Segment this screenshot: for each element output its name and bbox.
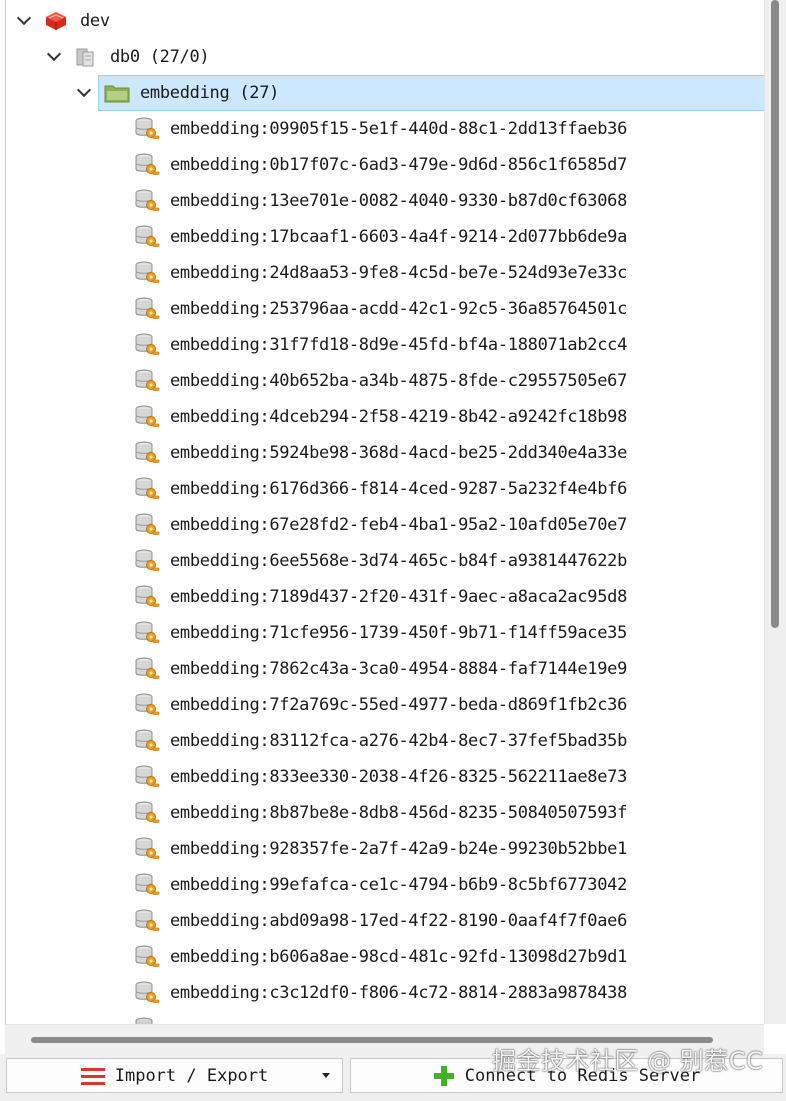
key-icon bbox=[135, 153, 160, 175]
tree-item-key-partial[interactable] bbox=[6, 1011, 764, 1024]
key-label: embedding:83112fca-a276-42b4-8ec7-37fef5… bbox=[170, 731, 628, 751]
tree-item-key[interactable]: embedding:5924be98-368d-4acd-be25-2dd340… bbox=[6, 435, 764, 471]
key-icon bbox=[135, 261, 160, 283]
tree-item-key[interactable]: embedding:833ee330-2038-4f26-8325-562211… bbox=[6, 759, 764, 795]
key-label: embedding:253796aa-acdd-42c1-92c5-36a857… bbox=[170, 299, 628, 319]
tree-item-key[interactable]: embedding:09905f15-5e1f-440d-88c1-2dd13f… bbox=[6, 111, 764, 147]
key-label: embedding:24d8aa53-9fe8-4c5d-be7e-524d93… bbox=[170, 263, 628, 283]
import-export-button[interactable]: Import / Export bbox=[6, 1058, 343, 1093]
key-icon bbox=[135, 369, 160, 391]
key-icon bbox=[135, 477, 160, 499]
key-icon bbox=[135, 1017, 153, 1024]
tree-item-key[interactable]: embedding:b606a8ae-98cd-481c-92fd-13098d… bbox=[6, 939, 764, 975]
key-label: embedding:0b17f07c-6ad3-479e-9d6d-856c1f… bbox=[170, 155, 628, 175]
key-icon bbox=[135, 297, 160, 319]
key-icon bbox=[135, 729, 160, 751]
tree-item-key[interactable]: embedding:c3c12df0-f806-4c72-8814-2883a9… bbox=[6, 975, 764, 1011]
tree-item-key[interactable]: embedding:4dceb294-2f58-4219-8b42-a9242f… bbox=[6, 399, 764, 435]
key-label: embedding:7189d437-2f20-431f-9aec-a8aca2… bbox=[170, 587, 628, 607]
key-label: embedding:71cfe956-1739-450f-9b71-f14ff5… bbox=[170, 623, 628, 643]
import-export-label: Import / Export bbox=[114, 1065, 269, 1086]
database-icon bbox=[76, 48, 94, 67]
key-icon bbox=[135, 801, 160, 823]
key-tree-panel: dev db0 (27/0) embedding (27) embedding:… bbox=[5, 0, 764, 1024]
vertical-scrollbar[interactable] bbox=[764, 0, 786, 1024]
tree-item-key[interactable]: embedding:31f7fd18-8d9e-45fd-bf4a-188071… bbox=[6, 327, 764, 363]
key-icon bbox=[135, 657, 160, 679]
folder-icon bbox=[104, 85, 130, 103]
tree-item-key[interactable]: embedding:67e28fd2-feb4-4ba1-95a2-10afd0… bbox=[6, 507, 764, 543]
key-icon bbox=[135, 189, 160, 211]
key-icon bbox=[135, 621, 160, 643]
key-icon bbox=[135, 837, 160, 859]
server-label: dev bbox=[80, 11, 110, 31]
vertical-scroll-thumb[interactable] bbox=[771, 0, 779, 628]
tree-item-key[interactable]: embedding:253796aa-acdd-42c1-92c5-36a857… bbox=[6, 291, 764, 327]
key-icon bbox=[135, 873, 160, 895]
key-label: embedding:928357fe-2a7f-42a9-b24e-99230b… bbox=[170, 839, 628, 859]
key-icon bbox=[135, 945, 160, 967]
tree-item-server[interactable]: dev bbox=[6, 3, 764, 39]
database-label: db0 (27/0) bbox=[110, 47, 210, 67]
key-icon bbox=[135, 333, 160, 355]
dropdown-caret-icon[interactable] bbox=[322, 1073, 330, 1078]
tree-item-key[interactable]: embedding:71cfe956-1739-450f-9b71-f14ff5… bbox=[6, 615, 764, 651]
tree-item-key[interactable]: embedding:0b17f07c-6ad3-479e-9d6d-856c1f… bbox=[6, 147, 764, 183]
key-label: embedding:8b87be8e-8db8-456d-8235-508405… bbox=[170, 803, 628, 823]
chevron-down-icon[interactable] bbox=[16, 13, 30, 27]
key-icon bbox=[135, 225, 160, 247]
key-icon bbox=[135, 585, 160, 607]
tree-item-key[interactable]: embedding:13ee701e-0082-4040-9330-b87d0c… bbox=[6, 183, 764, 219]
key-label: embedding:09905f15-5e1f-440d-88c1-2dd13f… bbox=[170, 119, 628, 139]
key-icon bbox=[135, 513, 160, 535]
tree-item-key[interactable]: embedding:6176d366-f814-4ced-9287-5a232f… bbox=[6, 471, 764, 507]
chevron-down-icon[interactable] bbox=[46, 49, 60, 63]
key-icon bbox=[135, 117, 160, 139]
chevron-down-icon[interactable] bbox=[76, 85, 90, 99]
tree-item-key[interactable]: embedding:928357fe-2a7f-42a9-b24e-99230b… bbox=[6, 831, 764, 867]
tree-item-key[interactable]: embedding:8b87be8e-8db8-456d-8235-508405… bbox=[6, 795, 764, 831]
key-icon bbox=[135, 981, 160, 1003]
key-icon bbox=[135, 441, 160, 463]
key-label: embedding:c3c12df0-f806-4c72-8814-2883a9… bbox=[170, 983, 628, 1003]
key-icon bbox=[135, 765, 160, 787]
tree-item-key[interactable]: embedding:6ee5568e-3d74-465c-b84f-a93814… bbox=[6, 543, 764, 579]
key-label: embedding:13ee701e-0082-4040-9330-b87d0c… bbox=[170, 191, 628, 211]
key-label: embedding:31f7fd18-8d9e-45fd-bf4a-188071… bbox=[170, 335, 628, 355]
plus-icon bbox=[433, 1065, 454, 1086]
key-label: embedding:6176d366-f814-4ced-9287-5a232f… bbox=[170, 479, 628, 499]
key-icon bbox=[135, 405, 160, 427]
key-label: embedding:7f2a769c-55ed-4977-beda-d869f1… bbox=[170, 695, 628, 715]
key-label: embedding:b606a8ae-98cd-481c-92fd-13098d… bbox=[170, 947, 628, 967]
key-label: embedding:40b652ba-a34b-4875-8fde-c29557… bbox=[170, 371, 628, 391]
key-label: embedding:4dceb294-2f58-4219-8b42-a9242f… bbox=[170, 407, 628, 427]
key-label: embedding:6ee5568e-3d74-465c-b84f-a93814… bbox=[170, 551, 628, 571]
menu-lines-icon bbox=[80, 1067, 105, 1085]
tree-item-key[interactable]: embedding:7189d437-2f20-431f-9aec-a8aca2… bbox=[6, 579, 764, 615]
tree-item-key[interactable]: embedding:17bcaaf1-6603-4a4f-9214-2d077b… bbox=[6, 219, 764, 255]
tree-item-key[interactable]: embedding:83112fca-a276-42b4-8ec7-37fef5… bbox=[6, 723, 764, 759]
tree-item-key[interactable]: embedding:24d8aa53-9fe8-4c5d-be7e-524d93… bbox=[6, 255, 764, 291]
key-label: embedding:17bcaaf1-6603-4a4f-9214-2d077b… bbox=[170, 227, 628, 247]
key-icon bbox=[135, 909, 160, 931]
key-tree: dev db0 (27/0) embedding (27) embedding:… bbox=[6, 0, 764, 1024]
key-label: embedding:833ee330-2038-4f26-8325-562211… bbox=[170, 767, 628, 787]
watermark-text: 掘金技术社区 @ 别惹CC bbox=[492, 1047, 764, 1075]
tree-item-key[interactable]: embedding:abd09a98-17ed-4f22-8190-0aaf4f… bbox=[6, 903, 764, 939]
key-icon bbox=[135, 693, 160, 715]
key-label: embedding:abd09a98-17ed-4f22-8190-0aaf4f… bbox=[170, 911, 628, 931]
key-label: embedding:99efafca-ce1c-4794-b6b9-8c5bf6… bbox=[170, 875, 628, 895]
tree-item-key[interactable]: embedding:99efafca-ce1c-4794-b6b9-8c5bf6… bbox=[6, 867, 764, 903]
tree-item-database[interactable]: db0 (27/0) bbox=[6, 39, 764, 75]
namespace-label: embedding (27) bbox=[140, 83, 280, 103]
tree-item-namespace[interactable]: embedding (27) bbox=[6, 75, 764, 111]
tree-item-key[interactable]: embedding:7f2a769c-55ed-4977-beda-d869f1… bbox=[6, 687, 764, 723]
key-label: embedding:5924be98-368d-4acd-be25-2dd340… bbox=[170, 443, 628, 463]
tree-item-key[interactable]: embedding:7862c43a-3ca0-4954-8884-faf714… bbox=[6, 651, 764, 687]
tree-item-key[interactable]: embedding:40b652ba-a34b-4875-8fde-c29557… bbox=[6, 363, 764, 399]
key-icon bbox=[135, 549, 160, 571]
key-label: embedding:7862c43a-3ca0-4954-8884-faf714… bbox=[170, 659, 628, 679]
redis-server-icon bbox=[46, 12, 66, 30]
key-label: embedding:67e28fd2-feb4-4ba1-95a2-10afd0… bbox=[170, 515, 628, 535]
